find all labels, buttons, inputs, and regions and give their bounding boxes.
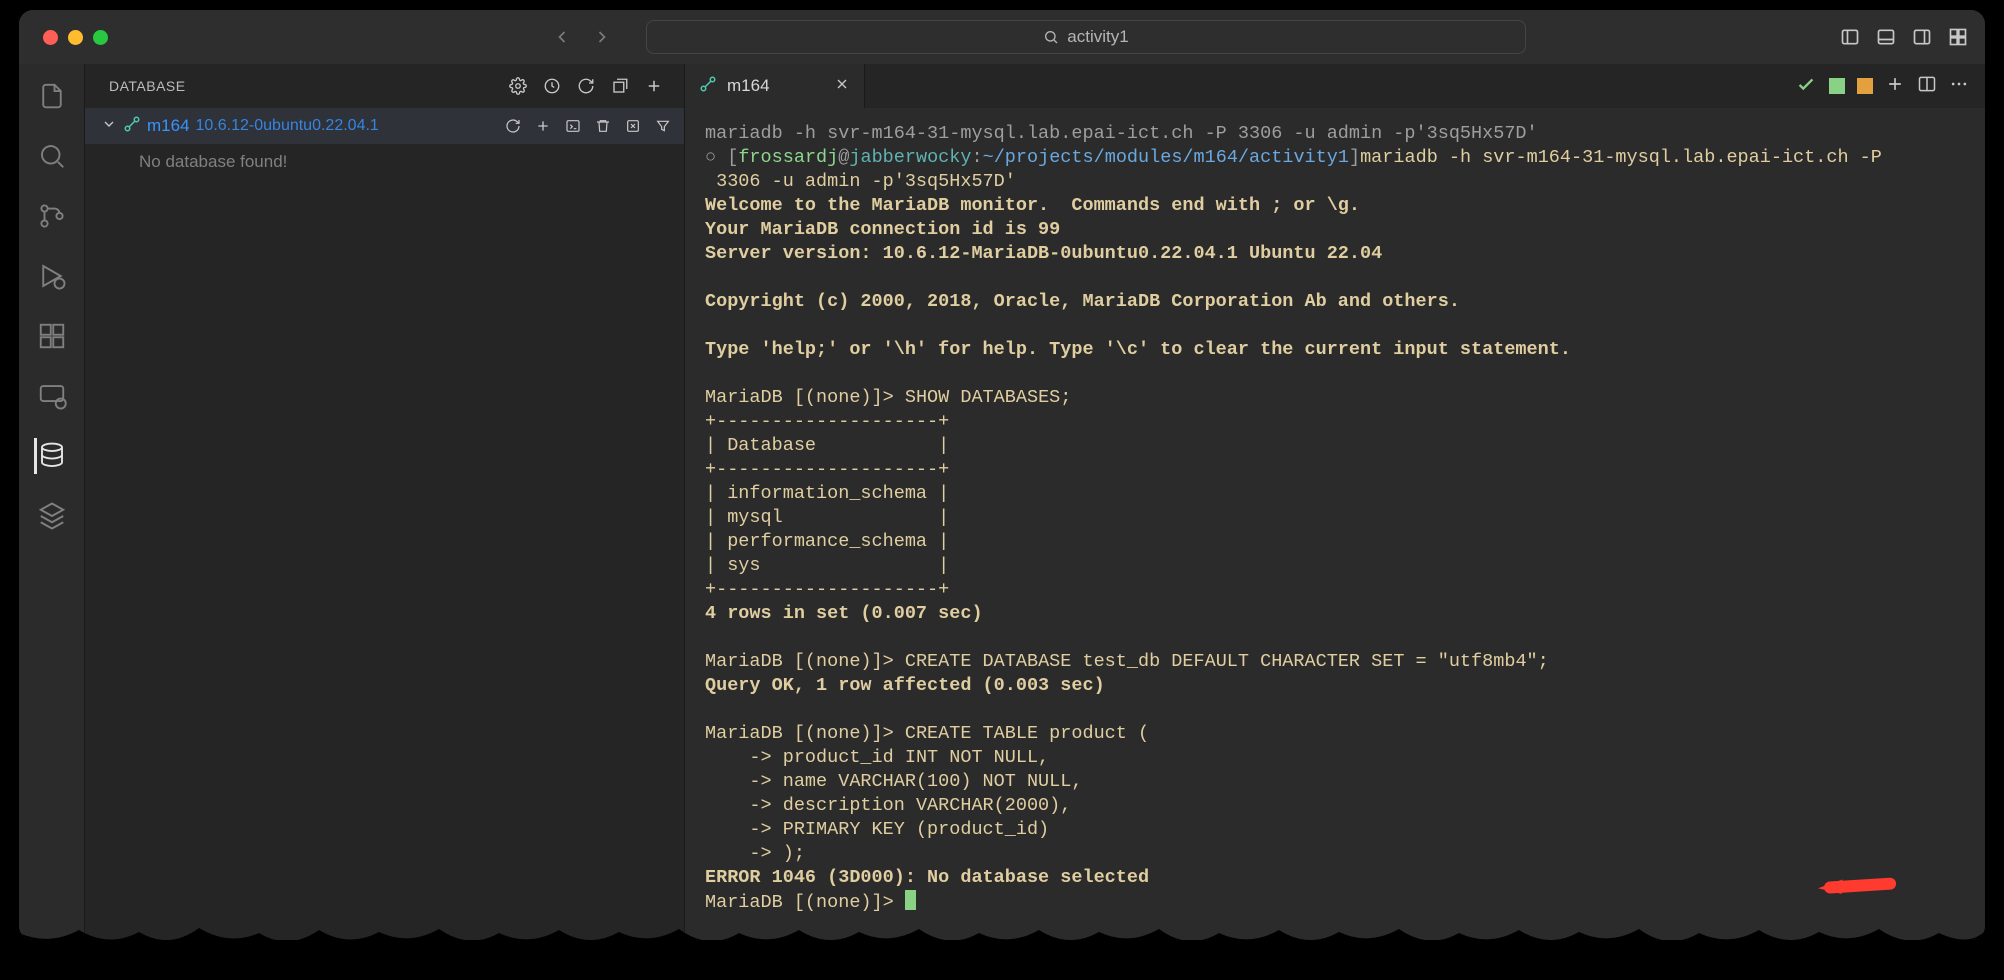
export-icon[interactable]	[622, 115, 644, 137]
help-line: Type 'help;' or '\h' for help. Type '\c'…	[705, 339, 1571, 360]
app-window: activity1 DATABASE	[19, 10, 1985, 940]
table-header: | Database |	[705, 435, 949, 456]
minimize-window-button[interactable]	[68, 30, 83, 45]
remote-explorer-icon[interactable]	[34, 378, 70, 414]
terminal-output[interactable]: mariadb -h svr-m164-31-mysql.lab.epai-ic…	[685, 108, 1985, 940]
activity-bar	[19, 64, 85, 940]
terminal-icon[interactable]	[562, 115, 584, 137]
prompt-host: jabberwocky	[849, 147, 971, 168]
refresh-connection-icon[interactable]	[502, 115, 524, 137]
table-row: | sys |	[705, 555, 949, 576]
history-icon[interactable]	[540, 74, 564, 98]
search-icon	[1043, 29, 1059, 45]
database-view-icon[interactable]	[34, 438, 70, 474]
annotation-arrow-icon	[1806, 839, 1904, 937]
main-area: DATABASE m164 10.6.12-0ubuntu0.22.04.1	[19, 64, 1985, 940]
query-ok-line: Query OK, 1 row affected (0.003 sec)	[705, 675, 1105, 696]
connection-item[interactable]: m164 10.6.12-0ubuntu0.22.04.1	[85, 108, 684, 144]
mariadb-prompt: MariaDB [(none)]>	[705, 892, 905, 913]
collapse-all-icon[interactable]	[608, 74, 632, 98]
status-green-icon[interactable]	[1829, 78, 1845, 94]
connection-tab-icon	[699, 75, 717, 98]
sql-create-table: CREATE TABLE product (	[905, 723, 1149, 744]
connection-version: 10.6.12-0ubuntu0.22.04.1	[196, 117, 379, 135]
chevron-down-icon	[101, 116, 117, 137]
command-center-search[interactable]: activity1	[646, 20, 1526, 54]
settings-icon[interactable]	[506, 74, 530, 98]
delete-connection-icon[interactable]	[592, 115, 614, 137]
nav-back-button[interactable]	[548, 23, 576, 51]
copyright-line: Copyright (c) 2000, 2018, Oracle, MariaD…	[705, 291, 1460, 312]
editor-area: m164 mariadb -h svr-m164-31-mysql.lab.ep…	[685, 64, 1985, 940]
explorer-icon[interactable]	[34, 78, 70, 114]
check-icon[interactable]	[1795, 73, 1817, 100]
more-actions-icon[interactable]	[1949, 74, 1969, 99]
prompt-path: ~/projects/modules/m164/activity1	[983, 147, 1349, 168]
new-file-icon[interactable]	[1885, 74, 1905, 99]
table-row: | information_schema |	[705, 483, 949, 504]
rows-summary: 4 rows in set (0.007 sec)	[705, 603, 983, 624]
add-connection-icon[interactable]	[642, 74, 666, 98]
toggle-panel-button[interactable]	[1875, 26, 1897, 48]
new-query-icon[interactable]	[532, 115, 554, 137]
close-window-button[interactable]	[43, 30, 58, 45]
table-row: | mysql |	[705, 507, 949, 528]
error-line: ERROR 1046 (3D000): No database selected	[705, 867, 1149, 888]
cursor-icon	[905, 890, 916, 910]
split-editor-icon[interactable]	[1917, 74, 1937, 99]
filter-icon[interactable]	[652, 115, 674, 137]
close-tab-icon[interactable]	[834, 76, 850, 97]
sql-create-database: CREATE DATABASE test_db DEFAULT CHARACTE…	[905, 651, 1549, 672]
traffic-lights	[43, 30, 108, 45]
layers-icon[interactable]	[34, 498, 70, 534]
toggle-secondary-sidebar-button[interactable]	[1911, 26, 1933, 48]
server-version-line: Server version: 10.6.12-MariaDB-0ubuntu0…	[705, 243, 1382, 264]
prompt-user: frossardj	[738, 147, 838, 168]
customize-layout-button[interactable]	[1947, 26, 1969, 48]
editor-actions	[1795, 64, 1985, 108]
tab-label: m164	[727, 76, 770, 96]
status-orange-icon[interactable]	[1857, 78, 1873, 94]
titlebar: activity1	[19, 10, 1985, 64]
maximize-window-button[interactable]	[93, 30, 108, 45]
nav-forward-button[interactable]	[588, 23, 616, 51]
refresh-all-icon[interactable]	[574, 74, 598, 98]
search-view-icon[interactable]	[34, 138, 70, 174]
editor-tabs: m164	[685, 64, 1985, 108]
sidebar-title: DATABASE	[109, 78, 506, 94]
extensions-icon[interactable]	[34, 318, 70, 354]
table-row: | performance_schema |	[705, 531, 949, 552]
search-text: activity1	[1067, 27, 1128, 47]
connection-name: m164	[147, 116, 190, 136]
no-database-message: No database found!	[85, 144, 684, 172]
terminal-line: mariadb -h svr-m164-31-mysql.lab.epai-ic…	[705, 123, 1538, 144]
tab-m164[interactable]: m164	[685, 64, 865, 108]
source-control-icon[interactable]	[34, 198, 70, 234]
database-sidebar: DATABASE m164 10.6.12-0ubuntu0.22.04.1	[85, 64, 685, 940]
welcome-line: Welcome to the MariaDB monitor. Commands…	[705, 195, 1360, 216]
toggle-primary-sidebar-button[interactable]	[1839, 26, 1861, 48]
connection-active-icon	[123, 115, 141, 138]
prompt-cmd: mariadb -h svr-m164-31-mysql.lab.epai-ic…	[1360, 147, 1882, 168]
sidebar-header: DATABASE	[85, 64, 684, 108]
mariadb-prompt: MariaDB [(none)]>	[705, 387, 905, 408]
run-debug-icon[interactable]	[34, 258, 70, 294]
sql-show-databases: SHOW DATABASES;	[905, 387, 1072, 408]
connection-id-line: Your MariaDB connection id is 99	[705, 219, 1060, 240]
nav-arrows	[548, 23, 616, 51]
